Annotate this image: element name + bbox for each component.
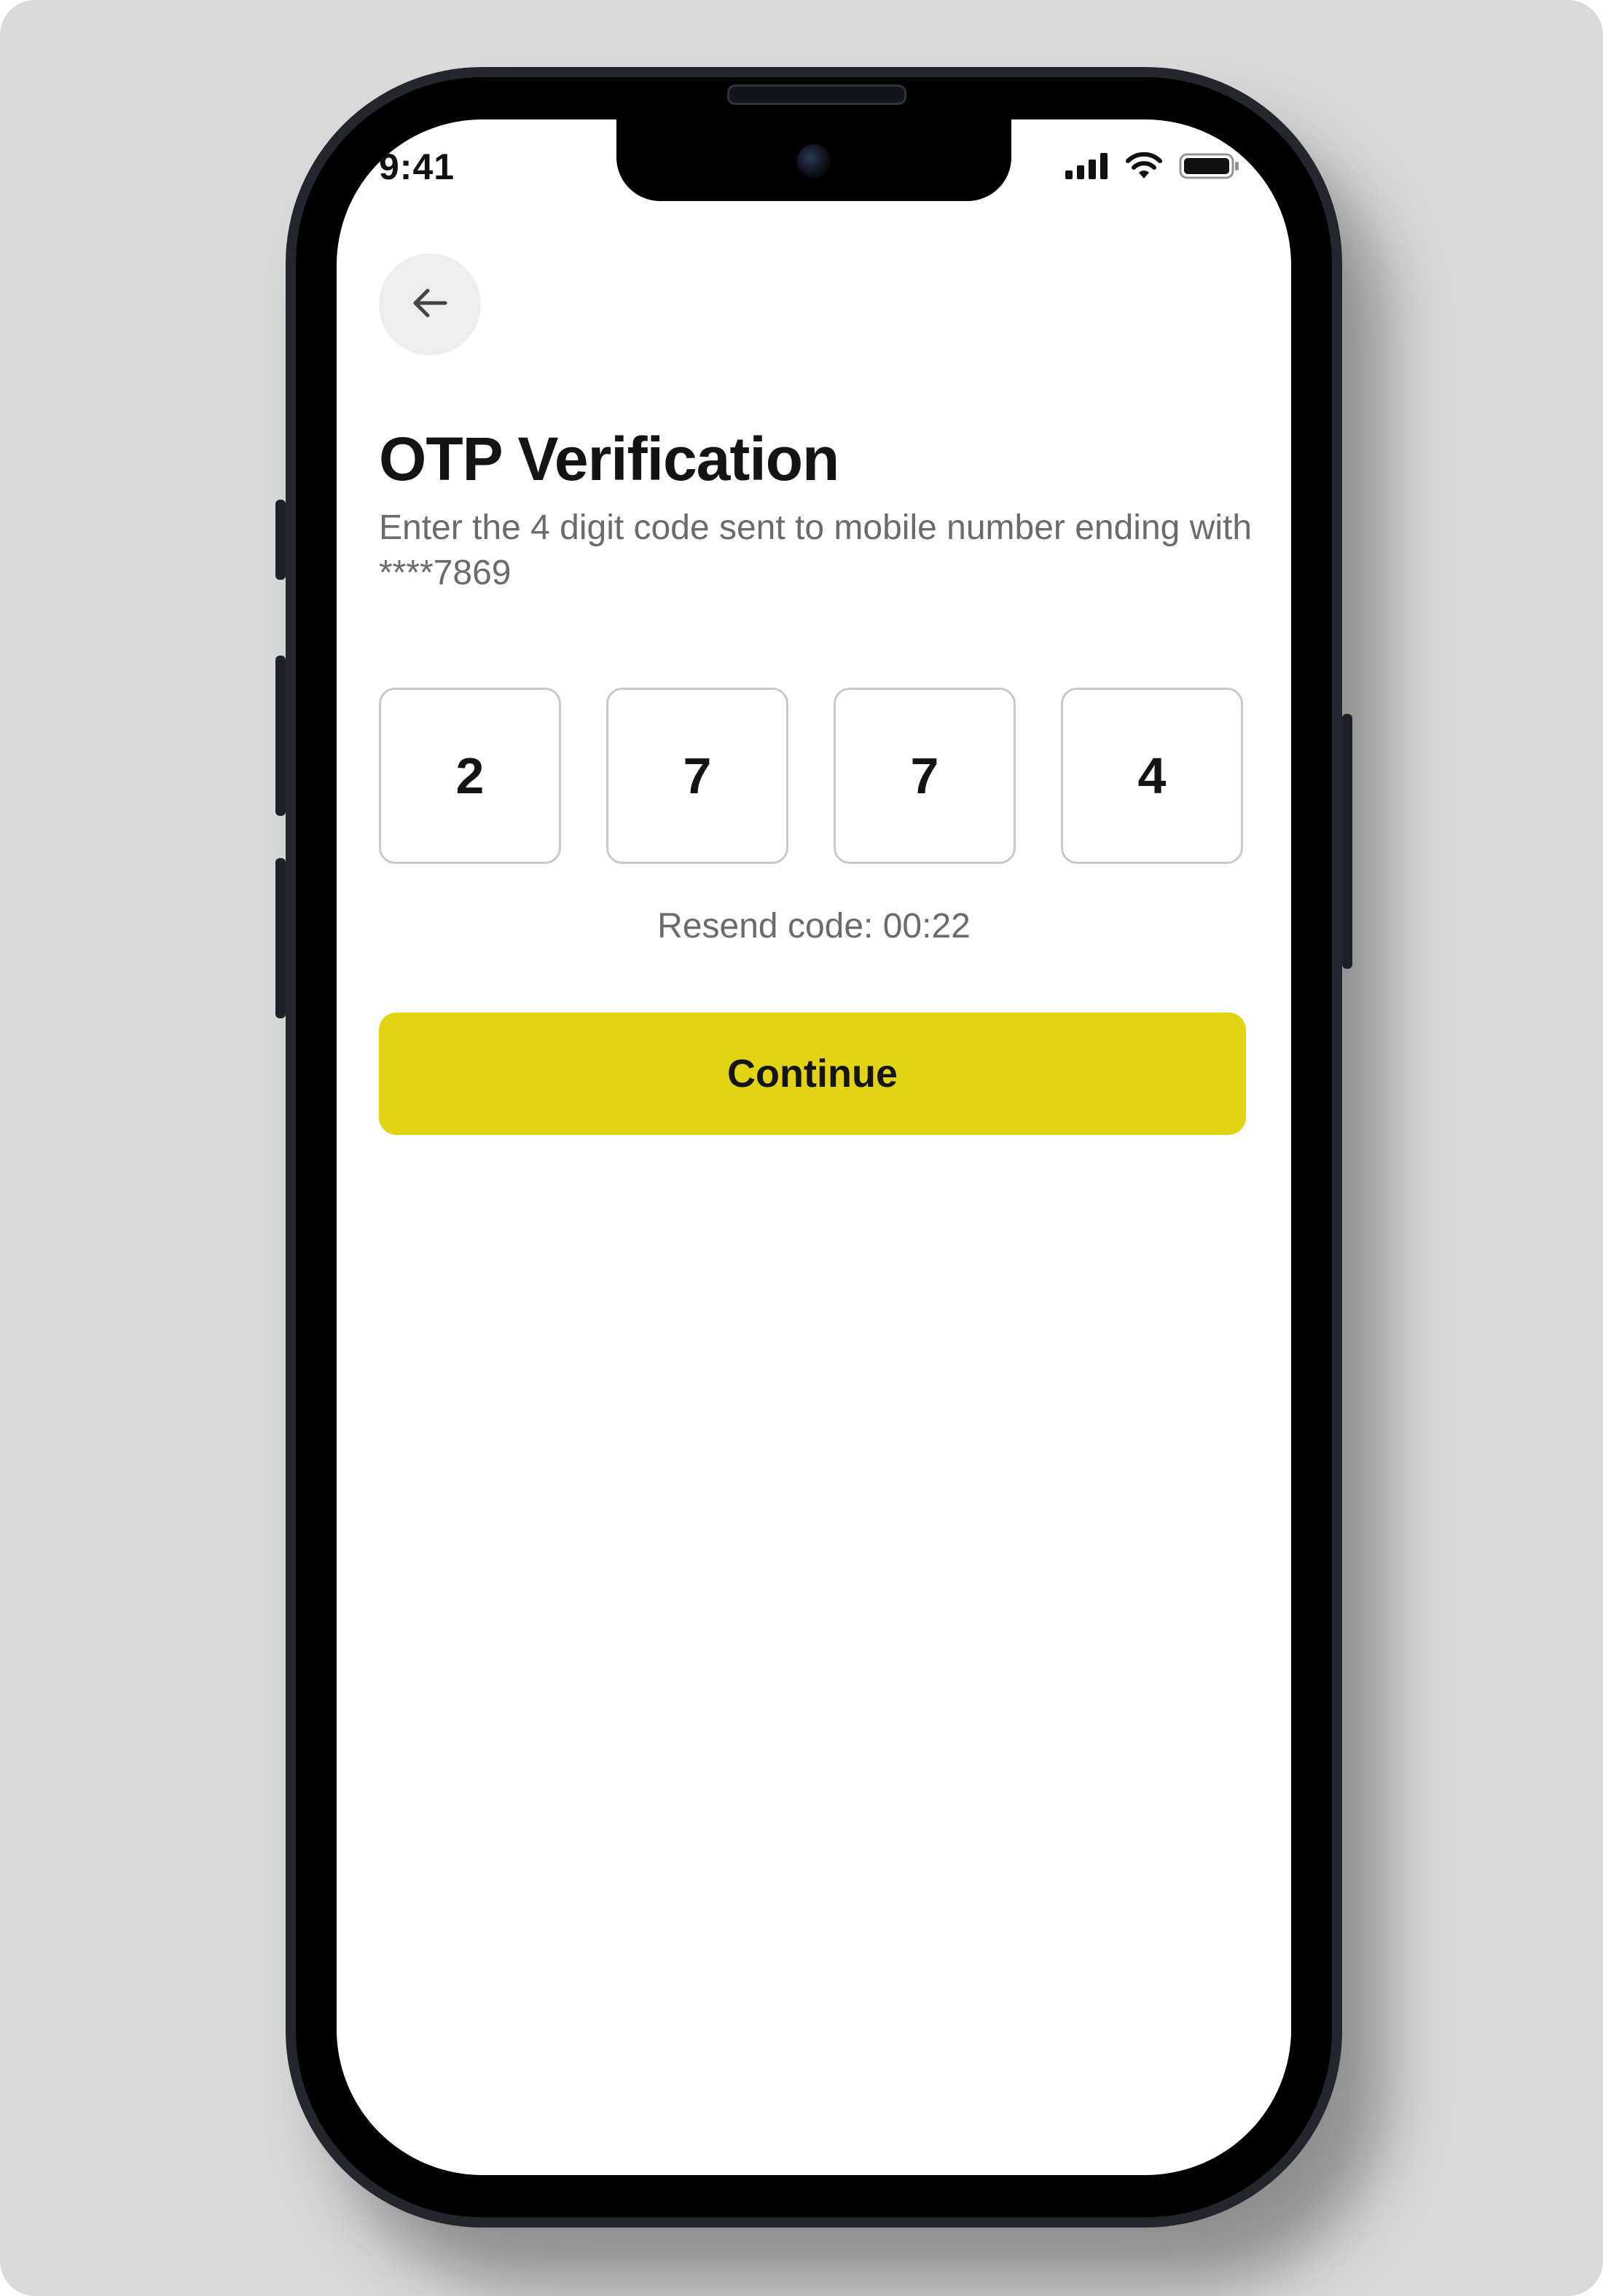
continue-button[interactable]: Continue — [379, 1013, 1246, 1135]
otp-input-group: 2 7 7 4 — [379, 688, 1246, 867]
power-button — [1342, 714, 1352, 969]
cellular-signal-icon — [1065, 153, 1109, 183]
speaker-grille — [727, 84, 906, 105]
notch — [616, 119, 1011, 201]
otp-digit-input-4[interactable]: 4 — [1061, 688, 1243, 864]
volume-up-button — [275, 656, 286, 816]
otp-digit-input-1[interactable]: 2 — [379, 688, 561, 864]
volume-down-button — [275, 858, 286, 1018]
status-time: 9:41 — [379, 146, 455, 187]
status-icons — [1065, 152, 1240, 184]
front-camera — [797, 144, 831, 178]
resend-code-timer: Resend code: 00:22 — [657, 907, 971, 945]
wifi-icon — [1125, 152, 1163, 184]
mockup-background: 9:41 OTP Verification Enter the 4 digit … — [0, 0, 1603, 2296]
silent-switch — [275, 500, 286, 580]
page-subtitle: Enter the 4 digit code sent to mobile nu… — [379, 508, 1253, 592]
phone-screen: 9:41 OTP Verification Enter the 4 digit … — [337, 119, 1291, 2175]
back-button[interactable] — [379, 253, 481, 355]
page-title: OTP Verification — [379, 425, 839, 493]
battery-icon — [1179, 152, 1240, 184]
otp-digit-input-3[interactable]: 7 — [834, 688, 1016, 864]
otp-digit-input-2[interactable]: 7 — [606, 688, 788, 864]
arrow-left-icon — [404, 278, 455, 332]
